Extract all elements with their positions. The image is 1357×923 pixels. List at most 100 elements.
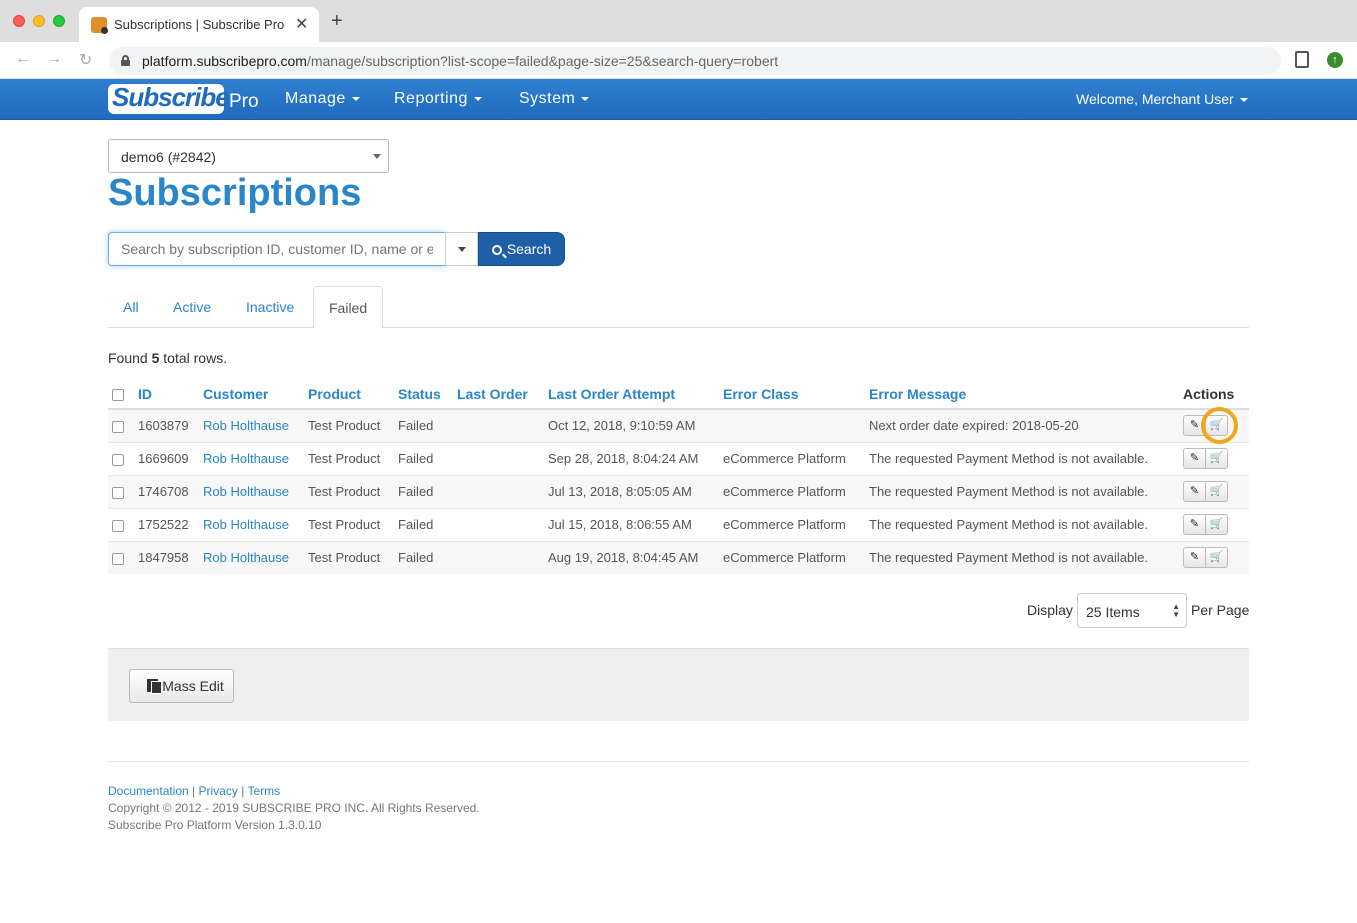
cell-last-order — [453, 540, 544, 574]
footer-divider — [108, 761, 1249, 762]
back-icon[interactable]: ← — [15, 50, 31, 68]
edit-icon[interactable]: ✎ — [1183, 514, 1206, 535]
search-input[interactable] — [108, 232, 446, 266]
edit-icon[interactable]: ✎ — [1183, 481, 1206, 502]
cell-last-order-attempt: Jul 13, 2018, 8:05:05 AM — [544, 474, 719, 508]
customer-link[interactable]: Rob Holthause — [203, 550, 289, 565]
window-minimize-button[interactable] — [33, 15, 45, 27]
customer-link[interactable]: Rob Holthause — [203, 484, 289, 499]
row-checkbox[interactable] — [112, 552, 124, 565]
tab-close-icon[interactable]: ✕ — [295, 14, 308, 34]
nav-system-menu[interactable]: System — [519, 90, 590, 108]
subscriptions-table: ID Customer Product Status Last Order La… — [108, 379, 1249, 574]
cell-last-order — [453, 408, 544, 442]
row-checkbox[interactable] — [112, 420, 124, 433]
cell-customer: Rob Holthause — [199, 507, 304, 541]
tab-failed[interactable]: Failed — [313, 286, 384, 329]
row-checkbox[interactable] — [112, 486, 124, 499]
reload-icon[interactable]: ↻ — [79, 50, 92, 70]
row-select-cell — [108, 408, 134, 442]
caret-down-icon — [351, 96, 360, 101]
cart-icon[interactable]: 🛒 — [1205, 547, 1228, 569]
cell-product: Test Product — [304, 474, 394, 508]
cell-error-class — [719, 408, 865, 442]
row-select-cell — [108, 507, 134, 541]
mass-edit-button[interactable]: Mass Edit — [129, 669, 234, 703]
cart-icon[interactable]: 🛒 — [1205, 448, 1228, 469]
forward-icon[interactable]: → — [46, 50, 62, 68]
cell-status: Failed — [394, 441, 453, 475]
cell-status: Failed — [394, 474, 453, 508]
footer-link-privacy[interactable]: Privacy — [199, 784, 238, 798]
caret-down-icon — [1239, 98, 1248, 103]
cell-id: 1847958 — [134, 540, 199, 574]
tab-active[interactable]: Active — [158, 286, 226, 328]
app-navbar: Subscribe Pro Manage Reporting System We… — [0, 79, 1357, 120]
window-maximize-button[interactable] — [53, 15, 65, 27]
footer-link-documentation[interactable]: Documentation — [108, 784, 189, 798]
column-header-customer[interactable]: Customer — [199, 379, 304, 410]
column-header-status[interactable]: Status — [394, 379, 453, 410]
edit-icon[interactable]: ✎ — [1183, 448, 1206, 469]
column-header-last-order-attempt[interactable]: Last Order Attempt — [544, 379, 719, 410]
address-bar[interactable]: platform.subscribepro.com/manage/subscri… — [109, 47, 1281, 75]
footer-link-terms[interactable]: Terms — [247, 784, 280, 798]
row-select-cell — [108, 441, 134, 475]
nav-manage-menu[interactable]: Manage — [285, 90, 360, 108]
cell-last-order-attempt: Oct 12, 2018, 9:10:59 AM — [544, 408, 719, 442]
cell-error-class: eCommerce Platform — [719, 540, 865, 574]
cell-product: Test Product — [304, 441, 394, 475]
edit-icon[interactable]: ✎ — [1183, 415, 1206, 437]
update-extension-icon[interactable]: ↑ — [1327, 52, 1343, 68]
cell-customer: Rob Holthause — [199, 474, 304, 508]
column-header-product[interactable]: Product — [304, 379, 394, 410]
version-text: Subscribe Pro Platform Version 1.3.0.10 — [108, 818, 322, 832]
customer-link[interactable]: Rob Holthause — [203, 418, 289, 433]
copy-documents-icon — [147, 679, 163, 694]
cart-icon[interactable]: 🛒 — [1205, 415, 1228, 437]
cell-last-order — [453, 474, 544, 508]
cart-icon[interactable]: 🛒 — [1205, 514, 1228, 535]
cell-last-order-attempt: Jul 15, 2018, 8:06:55 AM — [544, 507, 719, 541]
row-select-cell — [108, 540, 134, 574]
cell-customer: Rob Holthause — [199, 540, 304, 574]
clipboard-extension-icon[interactable] — [1295, 51, 1309, 68]
window-close-button[interactable] — [13, 15, 25, 27]
search-options-dropdown[interactable] — [445, 232, 478, 266]
browser-toolbar: ← → ↻ platform.subscribepro.com/manage/s… — [0, 42, 1357, 79]
row-checkbox[interactable] — [112, 519, 124, 532]
table-row: 1603879 Rob Holthause Test Product Failed Oc… — [108, 408, 1249, 442]
page-size-select[interactable]: 25 Items ▲ ▼ — [1077, 593, 1187, 628]
select-all-checkbox[interactable] — [112, 388, 124, 401]
column-header-error-message[interactable]: Error Message — [865, 379, 1179, 410]
column-header-error-class[interactable]: Error Class — [719, 379, 865, 410]
select-all-header — [108, 379, 134, 410]
tab-inactive[interactable]: Inactive — [231, 286, 309, 328]
row-checkbox[interactable] — [112, 453, 124, 466]
cell-id: 1746708 — [134, 474, 199, 508]
cell-last-order-attempt: Aug 19, 2018, 8:04:45 AM — [544, 540, 719, 574]
tab-title: Subscriptions | Subscribe Pro I — [114, 17, 284, 32]
cart-icon[interactable]: 🛒 — [1205, 481, 1228, 502]
customer-link[interactable]: Rob Holthause — [203, 517, 289, 532]
user-menu[interactable]: Welcome, Merchant User — [1076, 91, 1248, 107]
customer-link[interactable]: Rob Holthause — [203, 451, 289, 466]
column-header-id[interactable]: ID — [134, 379, 199, 410]
column-header-actions: Actions — [1179, 379, 1249, 410]
cell-id: 1752522 — [134, 507, 199, 541]
column-header-last-order[interactable]: Last Order — [453, 379, 544, 410]
edit-icon[interactable]: ✎ — [1183, 547, 1206, 569]
browser-tab-bar: Subscriptions | Subscribe Pro I ✕ + — [0, 0, 1357, 42]
browser-tab[interactable]: Subscriptions | Subscribe Pro I ✕ — [79, 7, 319, 42]
cell-product: Test Product — [304, 540, 394, 574]
copyright-text: Copyright © 2012 - 2019 SUBSCRIBE PRO IN… — [108, 801, 480, 815]
cell-status: Failed — [394, 540, 453, 574]
account-select[interactable]: demo6 (#2842) — [108, 139, 389, 173]
cell-product: Test Product — [304, 408, 394, 442]
new-tab-icon[interactable]: + — [331, 11, 343, 31]
nav-reporting-menu[interactable]: Reporting — [394, 90, 482, 108]
search-button[interactable]: Search — [478, 232, 565, 266]
tab-all[interactable]: All — [108, 286, 154, 328]
cell-error-message: The requested Payment Method is not avai… — [865, 441, 1179, 475]
lock-icon — [121, 55, 130, 66]
